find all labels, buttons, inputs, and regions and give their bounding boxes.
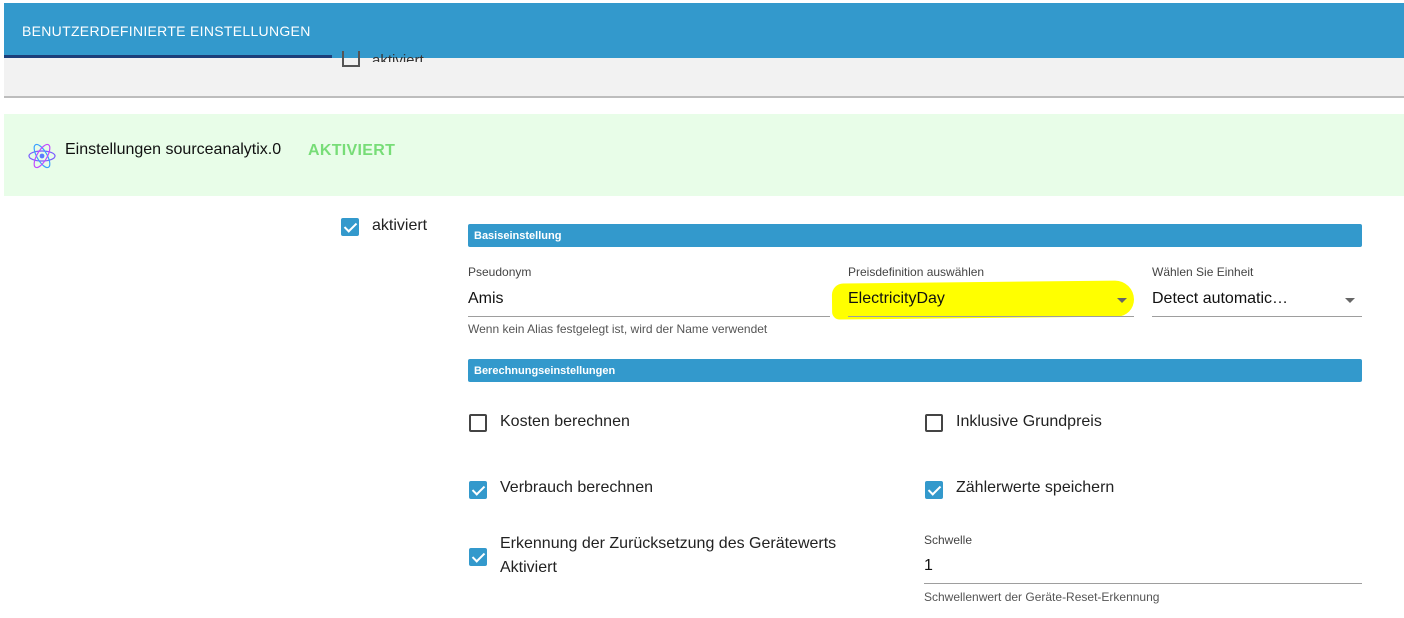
chevron-down-icon[interactable] <box>1345 298 1355 303</box>
pseudonym-input[interactable]: Amis <box>468 290 504 308</box>
store-meter-values-label: Zählerwerte speichern <box>956 479 1115 496</box>
unit-select[interactable]: Detect automatic… <box>1152 290 1288 308</box>
tab-label: BENUTZERDEFINIERTE EINSTELLUNGEN <box>22 23 311 39</box>
threshold-label: Schwelle <box>924 533 973 547</box>
price-definition-underline <box>848 316 1134 317</box>
unit-underline <box>1152 316 1362 317</box>
reset-detection-checkbox[interactable] <box>469 548 487 566</box>
previous-instance-row: aktiviert <box>4 51 1404 98</box>
instance-enabled-checkbox[interactable] <box>341 218 359 236</box>
calc-consumption-checkbox[interactable] <box>469 481 487 499</box>
section-title: Berechnungseinstellungen <box>474 365 616 377</box>
previous-enabled-label: aktiviert <box>372 52 424 62</box>
tab-bar: BENUTZERDEFINIERTE EINSTELLUNGEN <box>4 3 1404 58</box>
adapter-title: Einstellungen sourceanalytix.0 <box>65 141 282 158</box>
unit-label: Wählen Sie Einheit <box>1152 265 1254 279</box>
reset-detection-label-line1: Erkennung der Zurücksetzung des Gerätewe… <box>500 535 837 552</box>
calc-consumption-label: Verbrauch berechnen <box>500 479 653 496</box>
adapter-header: Einstellungen sourceanalytix.0 AKTIVIERT <box>4 114 1404 196</box>
pseudonym-help: Wenn kein Alias festgelegt ist, wird der… <box>468 322 768 336</box>
pseudonym-label: Pseudonym <box>468 265 532 279</box>
previous-enabled-checkbox[interactable] <box>342 51 360 67</box>
reset-detection-label-line2: Aktiviert <box>500 559 557 576</box>
section-calc-settings: Berechnungseinstellungen <box>468 359 1362 382</box>
store-meter-values-checkbox[interactable] <box>925 481 943 499</box>
price-definition-select[interactable]: ElectricityDay <box>848 290 945 308</box>
section-title: Basiseinstellung <box>474 230 562 242</box>
instance-enabled-label: aktiviert <box>372 217 428 234</box>
incl-base-price-checkbox[interactable] <box>925 414 943 432</box>
calc-costs-checkbox[interactable] <box>469 414 487 432</box>
threshold-underline <box>924 583 1362 584</box>
adapter-status-badge: AKTIVIERT <box>308 142 396 159</box>
atom-icon <box>28 143 56 169</box>
calc-costs-label: Kosten berechnen <box>500 413 630 430</box>
chevron-down-icon[interactable] <box>1117 298 1127 303</box>
price-definition-label: Preisdefinition auswählen <box>848 265 985 279</box>
tab-custom-settings[interactable]: BENUTZERDEFINIERTE EINSTELLUNGEN <box>4 3 332 58</box>
threshold-input[interactable]: 1 <box>924 557 933 575</box>
threshold-help: Schwellenwert der Geräte-Reset-Erkennung <box>924 590 1160 604</box>
section-basic-settings: Basiseinstellung <box>468 224 1362 247</box>
incl-base-price-label: Inklusive Grundpreis <box>956 413 1102 430</box>
pseudonym-underline <box>468 316 830 317</box>
